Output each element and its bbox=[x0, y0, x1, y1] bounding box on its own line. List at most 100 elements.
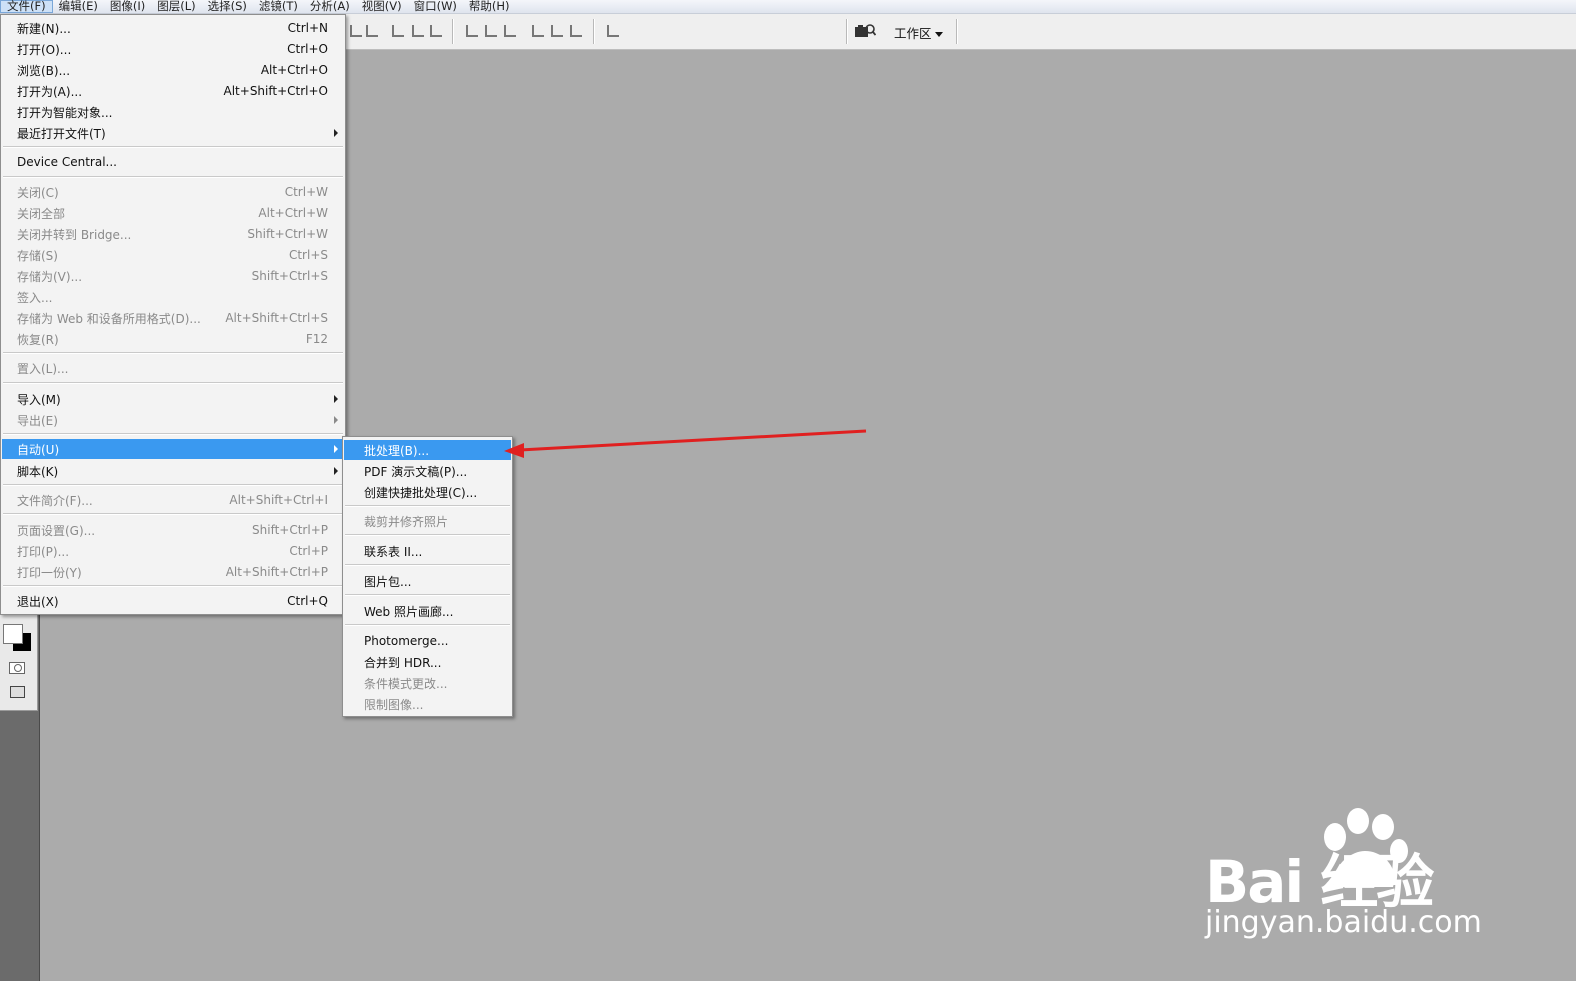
menu-item-close-all: 关闭全部 Alt+Ctrl+W bbox=[2, 203, 344, 223]
distribute-bottom-icon[interactable] bbox=[502, 23, 516, 37]
quick-mask-icon[interactable] bbox=[9, 662, 25, 674]
menu-item-label: 存储为(V)... bbox=[17, 269, 83, 284]
menu-item-shortcut: F12 bbox=[305, 332, 328, 346]
menu-item-label: 合并到 HDR... bbox=[364, 655, 442, 670]
menu-file[interactable]: 文件(F) bbox=[0, 0, 53, 13]
menu-separator bbox=[3, 513, 343, 515]
align-left-icon[interactable] bbox=[390, 23, 404, 37]
menu-item-shortcut: Ctrl+Q bbox=[287, 594, 328, 608]
menu-analysis[interactable]: 分析(A) bbox=[304, 0, 356, 13]
distribute-right-icon[interactable] bbox=[568, 23, 582, 37]
menu-item-open-smart-object[interactable]: 打开为智能对象... bbox=[2, 102, 344, 122]
menu-item-shortcut: Alt+Shift+Ctrl+S bbox=[225, 311, 328, 325]
color-swatches[interactable] bbox=[3, 624, 33, 654]
screen-mode-icon[interactable] bbox=[10, 686, 25, 698]
menu-item-label: 存储为 Web 和设备所用格式(D)... bbox=[17, 311, 201, 326]
submenu-arrow-icon bbox=[334, 445, 338, 453]
menu-item-label: 批处理(B)... bbox=[364, 443, 430, 458]
menu-item-label: 打印一份(Y) bbox=[17, 565, 82, 580]
menu-edit[interactable]: 编辑(E) bbox=[53, 0, 104, 13]
workspace-button[interactable]: 工作区 bbox=[894, 23, 943, 42]
submenu-item-merge-hdr[interactable]: 合并到 HDR... bbox=[344, 652, 511, 672]
menu-separator bbox=[3, 484, 343, 486]
distribute-left-icon[interactable] bbox=[530, 23, 544, 37]
menu-layer[interactable]: 图层(L) bbox=[151, 0, 201, 13]
file-menu: 新建(N)... Ctrl+N 打开(O)... Ctrl+O 浏览(B)... Al… bbox=[0, 14, 346, 615]
submenu-arrow-icon bbox=[334, 416, 338, 424]
submenu-item-web-gallery[interactable]: Web 照片画廊... bbox=[344, 601, 511, 621]
menu-window[interactable]: 窗口(W) bbox=[408, 0, 463, 13]
menu-item-scripts[interactable]: 脚本(K) bbox=[2, 461, 344, 481]
menu-separator bbox=[3, 146, 343, 148]
menu-item-label: 打开为智能对象... bbox=[17, 105, 113, 120]
menu-item-check-in: 签入... bbox=[2, 287, 344, 307]
distribute-vcenter-icon[interactable] bbox=[483, 23, 497, 37]
menu-item-exit[interactable]: 退出(X) Ctrl+Q bbox=[2, 591, 344, 611]
menu-separator bbox=[345, 624, 510, 626]
menu-item-device-central[interactable]: Device Central... bbox=[2, 152, 344, 172]
distribute-hcenter-icon[interactable] bbox=[549, 23, 563, 37]
watermark-url: jingyan.baidu.com bbox=[1205, 905, 1482, 940]
submenu-item-fit-image: 限制图像... bbox=[344, 694, 511, 714]
submenu-item-picture-package[interactable]: 图片包... bbox=[344, 571, 511, 591]
menu-item-label: 关闭(C) bbox=[17, 185, 59, 200]
submenu-arrow-icon bbox=[334, 129, 338, 137]
menu-separator bbox=[3, 176, 343, 178]
camera-icon[interactable] bbox=[854, 23, 876, 39]
menu-item-label: Photomerge... bbox=[364, 634, 449, 648]
menu-item-label: 裁剪并修齐照片 bbox=[364, 514, 449, 529]
align-hcenter-icon[interactable] bbox=[410, 23, 424, 37]
submenu-item-pdf-presentation[interactable]: PDF 演示文稿(P)... bbox=[344, 461, 511, 481]
align-right-icon[interactable] bbox=[428, 23, 442, 37]
submenu-item-photomerge[interactable]: Photomerge... bbox=[344, 631, 511, 651]
annotation-arrow-line bbox=[519, 429, 867, 452]
menu-item-save-as: 存储为(V)... Shift+Ctrl+S bbox=[2, 266, 344, 286]
menu-item-open[interactable]: 打开(O)... Ctrl+O bbox=[2, 39, 344, 59]
align-vcenter-icon[interactable] bbox=[364, 23, 378, 37]
menu-item-label: 关闭全部 bbox=[17, 206, 66, 221]
distribute-top-icon[interactable] bbox=[464, 23, 478, 37]
menu-item-shortcut: Ctrl+P bbox=[289, 544, 328, 558]
menu-item-export: 导出(E) bbox=[2, 410, 344, 430]
toolbar-divider bbox=[452, 19, 454, 44]
menu-filter[interactable]: 滤镜(T) bbox=[253, 0, 304, 13]
menu-item-close-go-bridge: 关闭并转到 Bridge... Shift+Ctrl+W bbox=[2, 224, 344, 244]
menu-item-file-info: 文件简介(F)... Alt+Shift+Ctrl+I bbox=[2, 490, 344, 510]
submenu-item-batch[interactable]: 批处理(B)... bbox=[344, 440, 511, 460]
menu-item-label: 存储(S) bbox=[17, 248, 58, 263]
menu-item-label: 自动(U) bbox=[17, 442, 60, 457]
align-top-icon[interactable] bbox=[348, 23, 362, 37]
menu-item-place: 置入(L)... bbox=[2, 358, 344, 378]
menu-view[interactable]: 视图(V) bbox=[356, 0, 408, 13]
toolbar-divider bbox=[846, 19, 848, 44]
menu-item-import[interactable]: 导入(M) bbox=[2, 389, 344, 409]
menu-item-recent-files[interactable]: 最近打开文件(T) bbox=[2, 123, 344, 143]
foreground-color-swatch[interactable] bbox=[3, 624, 23, 644]
menu-select[interactable]: 选择(S) bbox=[202, 0, 253, 13]
submenu-arrow-icon bbox=[334, 467, 338, 475]
menu-item-shortcut: Alt+Ctrl+W bbox=[258, 206, 328, 220]
chevron-down-icon bbox=[934, 32, 943, 37]
menu-help[interactable]: 帮助(H) bbox=[463, 0, 516, 13]
menu-separator bbox=[345, 594, 510, 596]
menu-item-page-setup: 页面设置(G)... Shift+Ctrl+P bbox=[2, 520, 344, 540]
menu-item-shortcut: Alt+Shift+Ctrl+P bbox=[225, 565, 328, 579]
menu-item-label: 导入(M) bbox=[17, 392, 61, 407]
menu-item-automate[interactable]: 自动(U) bbox=[2, 439, 344, 459]
menu-item-shortcut: Shift+Ctrl+P bbox=[252, 523, 328, 537]
submenu-item-contact-sheet[interactable]: 联系表 II... bbox=[344, 541, 511, 561]
menu-item-label: 打开(O)... bbox=[17, 42, 72, 57]
menu-image[interactable]: 图像(I) bbox=[104, 0, 151, 13]
menu-item-new[interactable]: 新建(N)... Ctrl+N bbox=[2, 18, 344, 38]
workspace-label: 工作区 bbox=[894, 26, 932, 41]
menu-item-browse[interactable]: 浏览(B)... Alt+Ctrl+O bbox=[2, 60, 344, 80]
auto-align-icon[interactable] bbox=[605, 23, 619, 37]
menu-item-revert: 恢复(R) F12 bbox=[2, 329, 344, 349]
menu-item-shortcut: Ctrl+W bbox=[284, 185, 328, 199]
menu-item-open-as[interactable]: 打开为(A)... Alt+Shift+Ctrl+O bbox=[2, 81, 344, 101]
menu-item-label: 图片包... bbox=[364, 574, 412, 589]
submenu-item-crop-straighten: 裁剪并修齐照片 bbox=[344, 511, 511, 531]
menu-bar: 文件(F) 编辑(E) 图像(I) 图层(L) 选择(S) 滤镜(T) 分析(A… bbox=[0, 0, 1576, 14]
submenu-item-create-droplet[interactable]: 创建快捷批处理(C)... bbox=[344, 482, 511, 502]
menu-item-label: 文件简介(F)... bbox=[17, 493, 93, 508]
